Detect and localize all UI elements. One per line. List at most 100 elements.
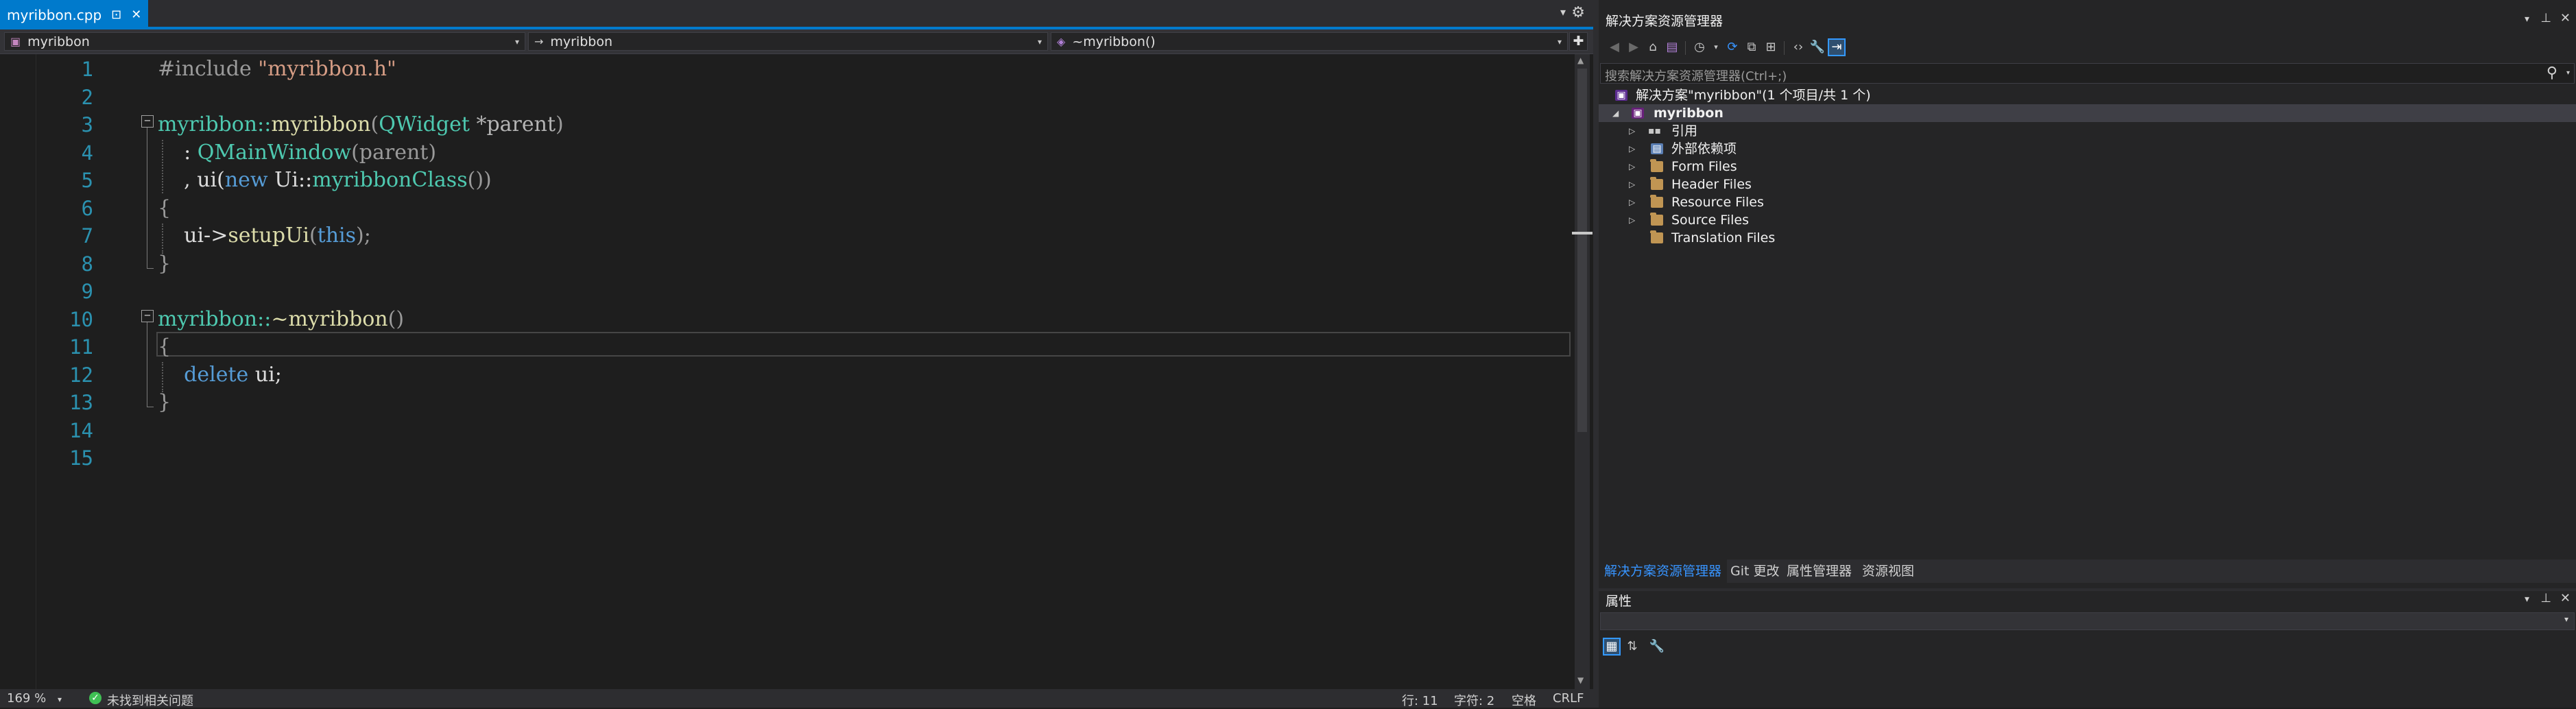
code-line: { [158,195,1571,223]
tree-item-form-files[interactable]: ▷ Form Files [1599,158,2576,176]
back-icon[interactable]: ◀ [1606,38,1623,56]
collapsed-triangle-icon[interactable]: ▷ [1629,211,1635,229]
navigation-bar: ▣ myribbon ▾ → myribbon ▾ ◈ ~myribbon() … [0,29,1593,54]
chevron-down-icon[interactable]: ▾ [58,695,62,704]
tab-property-manager[interactable]: 属性管理器 [1781,560,1857,583]
scrollbar-thumb[interactable] [1577,69,1587,432]
pin-icon[interactable]: ⊥ [2540,591,2551,605]
chevron-down-icon[interactable]: ▾ [1707,38,1725,56]
check-circle-icon: ✓ [89,692,102,704]
tree-item-label: Resource Files [1671,195,1764,210]
column-indicator[interactable]: 字符: 2 [1454,691,1494,709]
references-icon: ▪▪ [1648,125,1661,136]
panel-splitter[interactable] [1593,0,1599,708]
solution-explorer-titlebar: 解决方案资源管理器 ▾ ⊥ ✕ [1599,10,2576,30]
project-icon: ▣ [10,35,21,48]
window-position-icon[interactable]: ▾ [2525,14,2529,25]
scroll-down-icon[interactable]: ▼ [1577,675,1584,685]
string-token: "myribbon.h" [258,57,396,81]
tree-item-solution[interactable]: ▣ 解决方案"myribbon"(1 个项目/共 1 个) [1599,86,2576,104]
collapsed-triangle-icon[interactable]: ▷ [1629,122,1635,140]
issues-status[interactable]: 未找到相关问题 [107,691,193,709]
tree-item-header-files[interactable]: ▷ Header Files [1599,176,2576,193]
close-icon[interactable]: ✕ [131,8,141,22]
tree-item-references[interactable]: ▷ ▪▪ 引用 [1599,122,2576,140]
type-token: QWidget [379,112,470,136]
object-selector-dropdown[interactable]: ▾ [1600,612,2575,630]
pin-icon[interactable]: ⊥ [2540,11,2551,25]
tree-item-resource-files[interactable]: ▷ Resource Files [1599,193,2576,211]
keyword-token: delete [184,362,249,387]
sync-icon[interactable]: ⟳ [1724,38,1741,56]
tree-item-label: myribbon [1654,106,1724,121]
scope-dropdown[interactable]: ▣ myribbon ▾ [4,32,525,51]
tree-item-translation-files[interactable]: Translation Files [1599,229,2576,247]
line-number: 9 [81,280,93,303]
plain-token: : [158,140,198,165]
chevron-down-icon: ▾ [514,36,519,47]
line-number: 4 [81,141,93,165]
expanded-triangle-icon[interactable]: ◢ [1612,104,1619,122]
code-line: myribbon::myribbon(QWidget *parent) [158,111,1571,139]
close-icon[interactable]: ✕ [2560,591,2571,605]
home-icon[interactable]: ⌂ [1644,38,1662,56]
pin-icon[interactable]: ⊡ [111,8,121,22]
properties-toolbar: ▦ ⇅ 🔧 [1599,632,2576,660]
collapse-region-icon[interactable]: − [141,115,154,128]
pending-changes-filter-icon[interactable]: ◷ [1691,38,1708,56]
categorized-icon[interactable]: ▦ [1603,638,1621,656]
window-position-icon[interactable]: ▾ [2525,594,2529,605]
tab-dropdown-icon[interactable]: ▾ [1560,5,1566,19]
code-line: ui->setupUi(this); [158,222,1571,250]
collapsed-triangle-icon[interactable]: ▷ [1629,158,1635,176]
type-token: QMainWindow [197,140,352,165]
solution-search-input[interactable]: 搜索解决方案资源管理器(Ctrl+;) ⚲ ▾ [1600,63,2575,84]
chevron-down-icon: ▾ [1037,36,1042,47]
collapsed-triangle-icon[interactable]: ▷ [1629,176,1635,193]
collapsed-triangle-icon[interactable]: ▷ [1629,193,1635,211]
line-indicator[interactable]: 行: 11 [1402,691,1438,709]
whitespace-indicator[interactable]: 空格 [1512,691,1536,709]
property-pages-wrench-icon[interactable]: 🔧 [1648,638,1666,656]
tree-item-project[interactable]: ◢ ▣ myribbon [1599,104,2576,122]
member-label: ~myribbon() [1072,34,1156,49]
chevron-down-icon[interactable]: ▾ [2566,69,2570,77]
tab-solution-explorer[interactable]: 解决方案资源管理器 [1599,560,1728,583]
view-code-icon[interactable]: ‹› [1789,38,1807,56]
properties-titlebar: 属性 ▾ ⊥ ✕ [1599,590,2576,610]
close-icon[interactable]: ✕ [2560,11,2571,25]
toolbar-separator [1784,41,1785,55]
tree-item-source-files[interactable]: ▷ Source Files [1599,211,2576,229]
code-line: { [158,333,1571,361]
class-dropdown[interactable]: → myribbon ▾ [528,32,1048,51]
gear-icon[interactable]: ⚙ [1571,4,1585,21]
line-ending-indicator[interactable]: CRLF [1553,691,1584,706]
line-number: 2 [81,85,93,109]
search-icon[interactable]: ⚲ [2547,64,2557,82]
tab-resource-view[interactable]: 资源视图 [1857,560,1920,583]
tab-myribbon-cpp[interactable]: myribbon.cpp ⊡ ✕ [0,0,149,29]
keyword-token: new [224,168,268,192]
collapsed-triangle-icon[interactable]: ▷ [1629,140,1635,158]
collapse-all-icon[interactable]: ⧉ [1743,38,1761,56]
zoom-level[interactable]: 169 % [7,691,46,706]
show-all-files-icon[interactable]: ⊞ [1762,38,1780,56]
scroll-up-icon[interactable]: ▲ [1577,56,1584,65]
member-dropdown[interactable]: ◈ ~myribbon() ▾ [1051,32,1568,51]
switch-views-icon[interactable]: ▤ [1663,38,1681,56]
search-placeholder: 搜索解决方案资源管理器(Ctrl+;) [1605,69,1787,84]
brace-token: } [158,251,171,276]
tab-git-changes[interactable]: Git 更改 [1725,560,1785,583]
collapse-region-icon[interactable]: − [141,310,154,322]
plain-token: ui; [248,362,282,387]
split-window-button[interactable]: ✚ [1569,32,1588,51]
tree-item-external-dependencies[interactable]: ▷ ▤ 外部依赖项 [1599,140,2576,158]
code-editor[interactable]: #include "myribbon.h" myribbon::myribbon… [158,54,1571,472]
forward-icon[interactable]: ▶ [1625,38,1643,56]
properties-wrench-icon[interactable]: 🔧 [1809,38,1826,56]
indicator-margin [0,54,36,689]
alphabetical-icon[interactable]: ⇅ [1623,638,1641,656]
preview-selected-icon[interactable]: ⇥ [1828,38,1846,56]
line-number: 6 [81,196,93,220]
